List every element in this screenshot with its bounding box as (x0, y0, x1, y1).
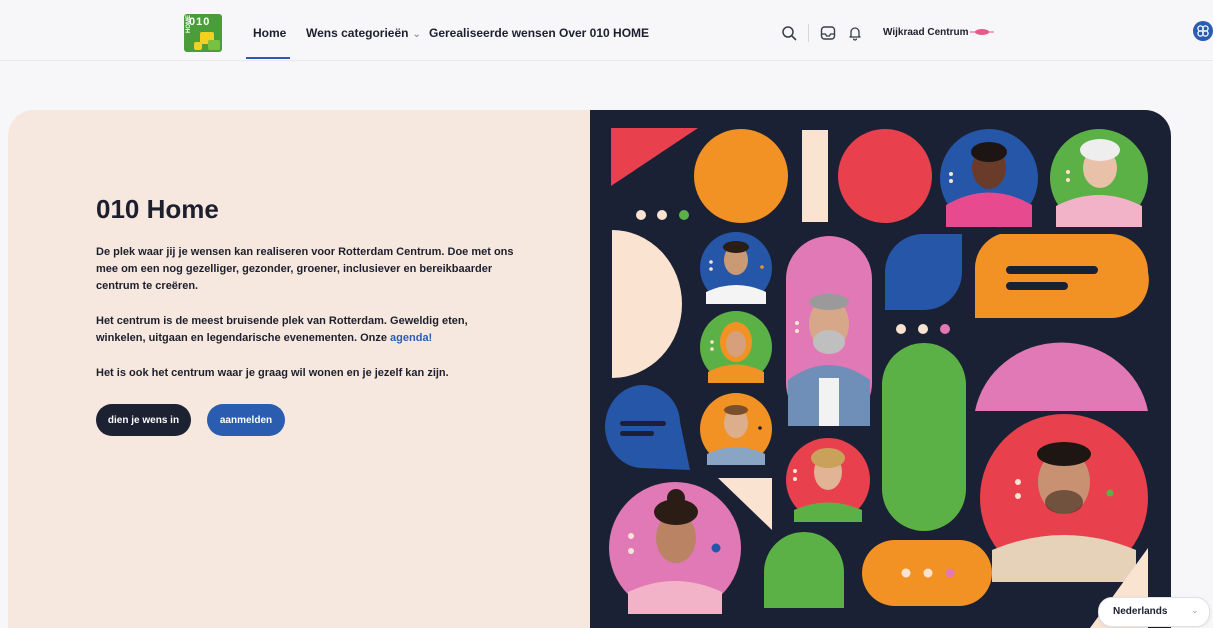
portrait-older-woman (1050, 129, 1148, 227)
dot-shape (923, 568, 933, 578)
accessibility-icon (1197, 25, 1209, 37)
hero-illustration (604, 128, 1149, 628)
inbox-icon[interactable] (820, 25, 836, 41)
dot-shape (918, 324, 928, 334)
submit-wish-button[interactable]: dien je wens in (96, 404, 191, 436)
pink-half-circle-shape (975, 342, 1148, 411)
portrait-woman-laughing (940, 129, 1038, 227)
red-triangle-shape (611, 128, 698, 186)
dot-shape (896, 324, 906, 334)
hero-description-text: Het centrum is de meest bruisende plek v… (96, 313, 486, 347)
portrait-man-surprised (700, 393, 772, 465)
agenda-link[interactable]: agenda! (390, 332, 432, 344)
portrait-bearded-man (786, 236, 872, 426)
portrait-woman-curly-hair (609, 482, 741, 614)
green-pill-shape (882, 343, 966, 531)
cream-half-circle-shape (612, 230, 682, 378)
chevron-down-icon: ⌄ (1191, 605, 1199, 615)
language-select-value: Nederlands (1113, 606, 1168, 617)
accessibility-button[interactable] (1193, 21, 1213, 41)
logo-side-text: HOME (186, 15, 192, 33)
portrait-woman-smiling (786, 438, 870, 522)
search-icon[interactable] (781, 25, 797, 41)
blue-leaf-shape (885, 234, 962, 310)
top-navigation-bar: 010 HOME Home Wens categorieën ⌄ Gerealis… (0, 0, 1213, 61)
green-leaf-shape (764, 532, 844, 608)
user-organisation-logo (970, 29, 994, 35)
hero-illustration-panel (590, 110, 1171, 628)
cream-bar-shape (802, 130, 828, 222)
language-select[interactable]: Nederlands ⌄ (1098, 597, 1210, 627)
site-logo[interactable]: 010 HOME (184, 14, 222, 52)
chevron-down-icon: ⌄ (412, 29, 421, 40)
hero-closing-text: Het is ook het centrum waar je graag wil… (96, 367, 449, 379)
orange-speech-bubble-shape (974, 234, 1149, 319)
dot-shape (901, 568, 911, 578)
red-circle-shape (838, 129, 932, 223)
dot-shape (657, 210, 667, 220)
orange-circle-shape (694, 129, 788, 223)
nav-wens-categorieen[interactable]: Wens categorieën ⌄ (306, 26, 421, 40)
logo-text: 010 (189, 16, 211, 28)
nav-label: Wens categorieën (306, 26, 409, 40)
dot-shape (679, 210, 689, 220)
logo-puzzle-piece (208, 40, 220, 50)
portrait-man-grinning (980, 414, 1148, 582)
dot-shape (940, 324, 950, 334)
nav-over-010-home[interactable]: Over 010 HOME (559, 26, 649, 40)
nav-gerealiseerde-wensen[interactable]: Gerealiseerde wensen (429, 26, 556, 40)
bell-icon[interactable] (847, 25, 863, 41)
dot-shape (636, 210, 646, 220)
blue-speech-bubble-shape (604, 385, 690, 470)
nav-home[interactable]: Home (253, 26, 286, 40)
register-button[interactable]: aanmelden (207, 404, 285, 436)
page-title: 010 Home (96, 194, 219, 224)
header-divider (808, 24, 809, 42)
portrait-woman-hijab (700, 311, 772, 383)
user-menu-label[interactable]: Wijkraad Centrum (883, 27, 968, 38)
dot-shape (945, 568, 955, 578)
hero-intro-text: De plek waar jij je wensen kan realisere… (96, 246, 514, 292)
active-nav-indicator (246, 57, 290, 59)
logo-puzzle-piece (194, 42, 202, 50)
portrait-young-man (700, 232, 772, 304)
